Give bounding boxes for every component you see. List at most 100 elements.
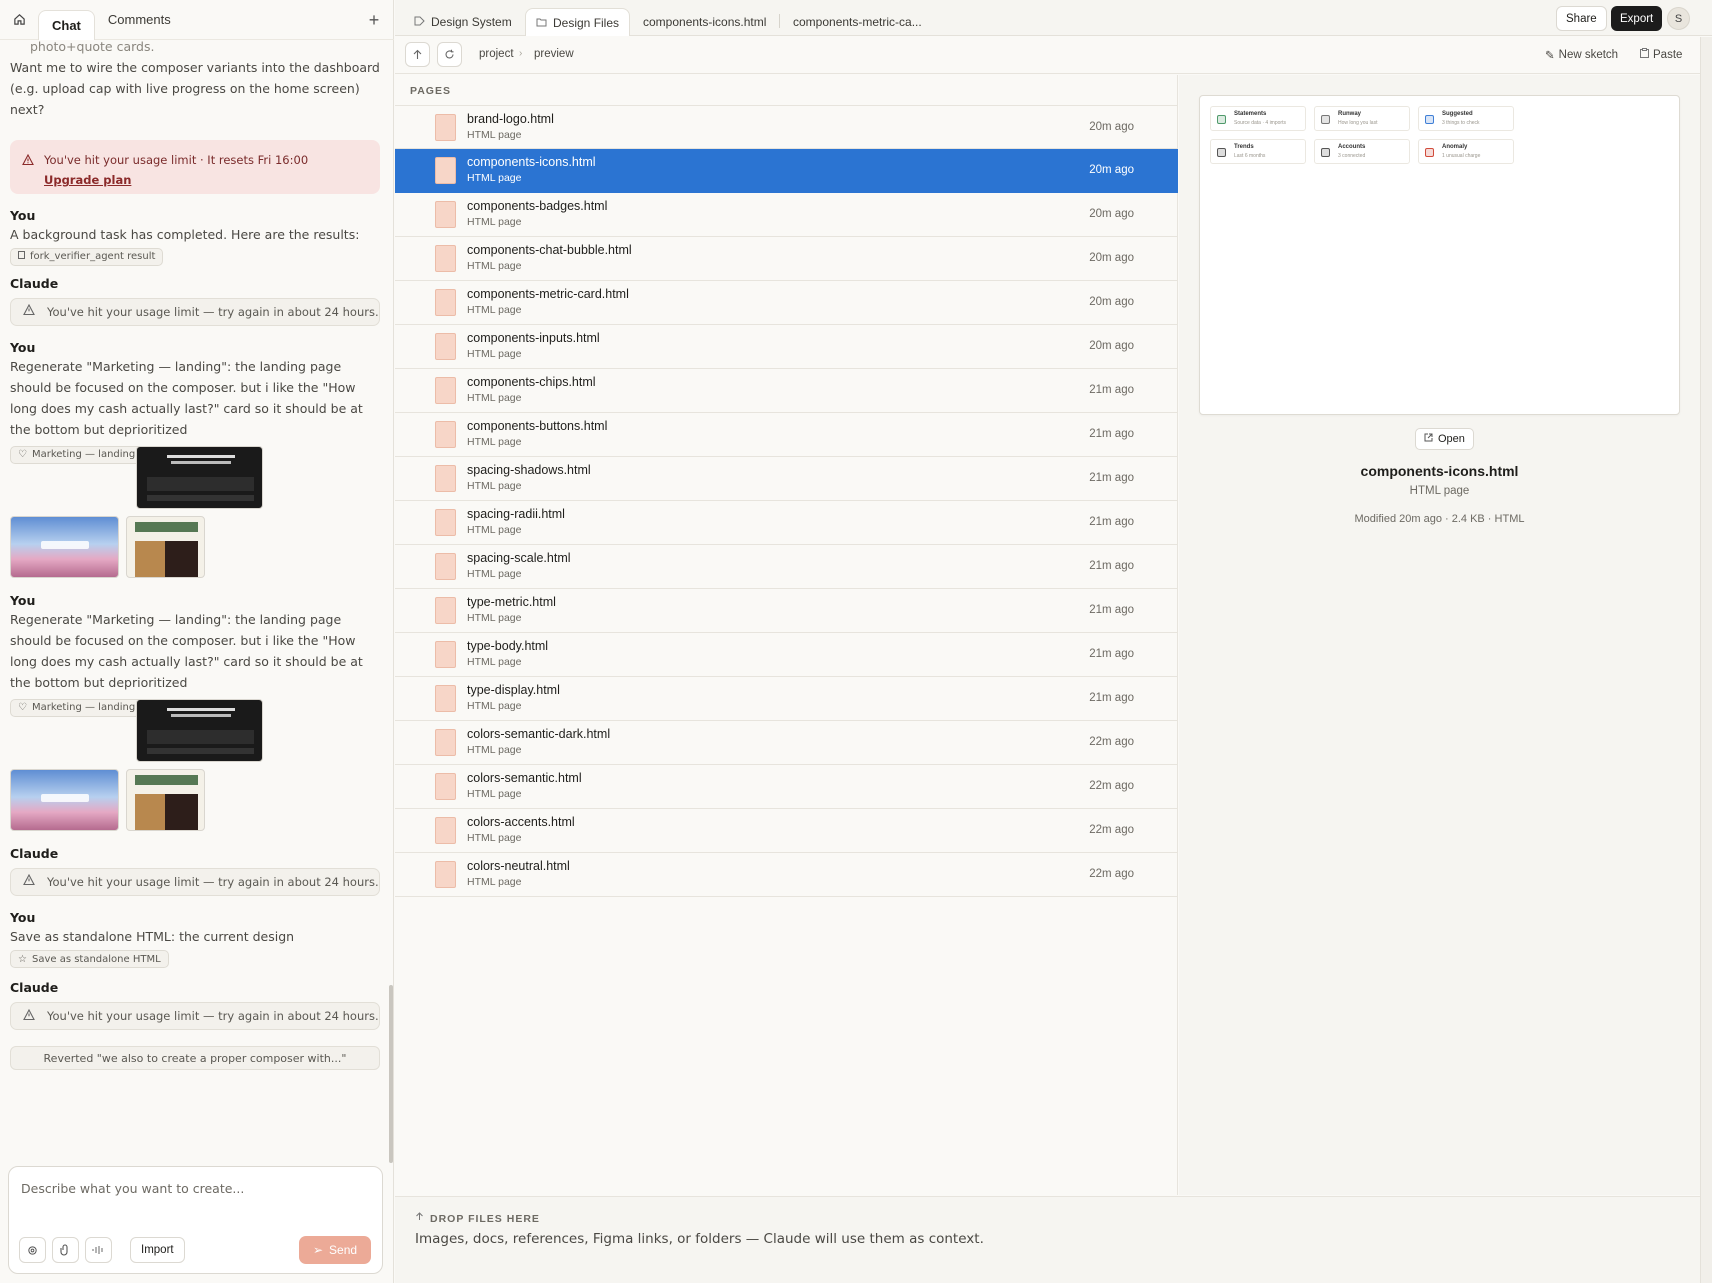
thumbnail-dark-landing[interactable] xyxy=(136,445,263,509)
paste-button[interactable]: Paste xyxy=(1640,48,1682,61)
refresh-icon[interactable] xyxy=(437,42,462,67)
card-icon xyxy=(1425,115,1434,124)
file-modified: 21m ago xyxy=(1089,516,1134,528)
arrow-up-icon[interactable] xyxy=(405,42,430,67)
html-file-icon xyxy=(435,333,456,360)
file-row[interactable]: type-metric.html HTML page 21m ago xyxy=(395,589,1178,633)
star-icon: ☆ xyxy=(18,953,27,965)
thumbnail-green-landing[interactable] xyxy=(126,768,205,831)
chat-scrollbar[interactable] xyxy=(389,985,393,1163)
file-row[interactable]: components-inputs.html HTML page 20m ago xyxy=(395,325,1178,369)
breadcrumb-preview[interactable]: preview xyxy=(534,48,574,60)
html-file-icon xyxy=(435,597,456,624)
preview-mini-card: Anomaly 1 unusual charge xyxy=(1418,139,1514,164)
file-type: HTML page xyxy=(467,524,522,536)
paperclip-icon[interactable] xyxy=(52,1237,79,1263)
thumbnail-green-landing[interactable] xyxy=(126,515,205,578)
attachment-pill[interactable]: ♡ Marketing — landing xyxy=(10,698,144,717)
html-file-icon xyxy=(435,641,456,668)
attachment-pill[interactable]: ☆ Save as standalone HTML xyxy=(10,950,169,968)
file-modified: 22m ago xyxy=(1089,780,1134,792)
warning-icon xyxy=(23,303,35,319)
html-file-icon xyxy=(435,377,456,404)
thumbnail-sky-landing[interactable] xyxy=(10,515,119,578)
file-name: colors-neutral.html xyxy=(467,859,570,873)
preview-thumbnail[interactable]: Statements Source data · 4 imports Runway H… xyxy=(1199,95,1680,415)
file-row[interactable]: components-badges.html HTML page 20m ago xyxy=(395,193,1178,237)
attachment-pill[interactable]: fork_verifier_agent result xyxy=(10,247,164,266)
file-row[interactable]: components-metric-card.html HTML page 20m … xyxy=(395,281,1178,325)
file-row[interactable]: type-body.html HTML page 21m ago xyxy=(395,633,1178,677)
file-modified: 21m ago xyxy=(1089,692,1134,704)
plus-icon[interactable]: + xyxy=(364,10,384,30)
preview-file-name: components-icons.html xyxy=(1360,463,1519,479)
message-text: Want me to wire the composer variants in… xyxy=(10,60,380,117)
file-row[interactable]: components-buttons.html HTML page 21m ago xyxy=(395,413,1178,457)
author-label: Claude xyxy=(10,275,59,291)
file-row[interactable]: colors-neutral.html HTML page 22m ago xyxy=(395,853,1178,897)
preview-mini-card: Suggested 3 things to check xyxy=(1418,106,1514,131)
file-icon xyxy=(18,251,25,262)
tab-design-system[interactable]: Design System xyxy=(404,8,522,36)
card-icon xyxy=(1217,115,1226,124)
message-text: Save as standalone HTML: the current des… xyxy=(10,928,295,944)
upgrade-plan-link[interactable]: Upgrade plan xyxy=(44,170,368,190)
file-row[interactable]: colors-semantic-dark.html HTML page 22m ag… xyxy=(395,721,1178,765)
tab-chat[interactable]: Chat xyxy=(38,9,95,40)
file-row[interactable]: spacing-scale.html HTML page 21m ago xyxy=(395,545,1178,589)
tab-components-metric-card[interactable]: components-metric-ca... xyxy=(783,8,932,36)
thumbnail-dark-landing[interactable] xyxy=(136,698,263,762)
settings-icon[interactable] xyxy=(19,1237,46,1263)
send-button[interactable]: ➢ Send xyxy=(299,1236,371,1264)
tab-design-files[interactable]: Design Files xyxy=(525,8,631,36)
file-name: components-metric-card.html xyxy=(467,287,629,301)
tab-comments[interactable]: Comments xyxy=(95,5,184,35)
file-type: HTML page xyxy=(467,172,522,184)
html-file-icon xyxy=(435,465,456,492)
open-button[interactable]: Open xyxy=(1415,428,1474,450)
attachment-label: fork_verifier_agent result xyxy=(30,251,156,262)
composer-input[interactable]: Describe what you want to create... xyxy=(21,1181,244,1196)
microphone-icon[interactable] xyxy=(85,1237,112,1263)
file-row[interactable]: brand-logo.html HTML page 20m ago xyxy=(395,105,1178,149)
drop-zone[interactable]: DROP FILES HERE Images, docs, references… xyxy=(395,1196,1700,1283)
file-modified: 22m ago xyxy=(1089,868,1134,880)
file-row[interactable]: spacing-shadows.html HTML page 21m ago xyxy=(395,457,1178,501)
message-text: A background task has completed. Here ar… xyxy=(10,227,360,242)
card-title: Anomaly xyxy=(1442,144,1468,150)
open-label: Open xyxy=(1438,433,1465,445)
attachment-pill[interactable]: ♡ Marketing — landing xyxy=(10,445,144,464)
import-button[interactable]: Import xyxy=(130,1237,185,1263)
thumbnail-sky-landing[interactable] xyxy=(10,768,119,831)
file-type: HTML page xyxy=(467,480,522,492)
file-type: HTML page xyxy=(467,612,522,624)
new-sketch-button[interactable]: ✎ New sketch xyxy=(1545,48,1618,62)
lightbulb-icon: ♡ xyxy=(18,449,27,460)
file-row[interactable]: spacing-radii.html HTML page 21m ago xyxy=(395,501,1178,545)
export-button[interactable]: Export xyxy=(1611,6,1663,31)
file-row[interactable]: components-chat-bubble.html HTML page 20m … xyxy=(395,237,1178,281)
attachment-label: Marketing — landing xyxy=(31,702,136,713)
external-link-icon xyxy=(1424,433,1433,445)
file-row[interactable]: colors-accents.html HTML page 22m ago xyxy=(395,809,1178,853)
avatar[interactable]: S xyxy=(1667,7,1690,30)
file-row[interactable]: components-icons.html HTML page 20m ago xyxy=(395,149,1178,193)
tag-icon xyxy=(414,15,425,29)
author-label: Claude xyxy=(10,980,59,995)
card-subtitle: 3 things to check xyxy=(1442,120,1480,126)
author-label: You xyxy=(10,909,36,925)
tab-components-icons[interactable]: components-icons.html xyxy=(633,8,776,36)
file-type: HTML page xyxy=(467,216,522,228)
file-type: HTML page xyxy=(467,348,522,360)
file-row[interactable]: type-display.html HTML page 21m ago xyxy=(395,677,1178,721)
file-row[interactable]: colors-semantic.html HTML page 22m ago xyxy=(395,765,1178,809)
tab-separator xyxy=(779,14,780,28)
card-subtitle: 1 unusual charge xyxy=(1442,153,1481,159)
file-row[interactable]: components-chips.html HTML page 21m ago xyxy=(395,369,1178,413)
pencil-icon: ✎ xyxy=(1545,50,1555,62)
share-button[interactable]: Share xyxy=(1556,6,1607,31)
home-icon[interactable] xyxy=(8,9,30,31)
attachment-label: Save as standalone HTML xyxy=(31,953,161,965)
breadcrumb-project[interactable]: project xyxy=(479,48,514,60)
html-file-icon xyxy=(435,289,456,316)
